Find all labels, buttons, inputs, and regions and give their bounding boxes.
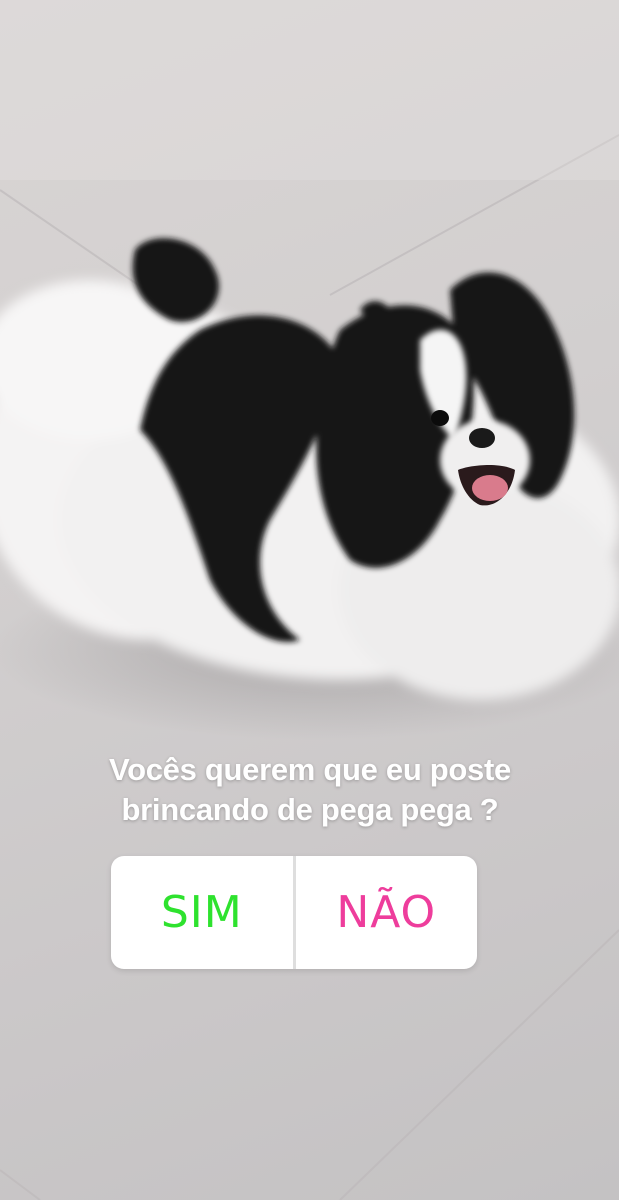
story-view: Vocês querem que eu poste brincando de p… (0, 0, 619, 1200)
dog-photo (0, 0, 619, 1200)
poll-question: Vocês querem que eu poste brincando de p… (40, 750, 580, 830)
poll-option-yes-button[interactable]: SIM (111, 856, 293, 969)
poll-sticker: SIM NÃO (111, 856, 477, 969)
poll-option-no-button[interactable]: NÃO (296, 856, 478, 969)
question-line-2: brincando de pega pega ? (121, 792, 499, 827)
question-line-1: Vocês querem que eu poste (109, 752, 511, 787)
